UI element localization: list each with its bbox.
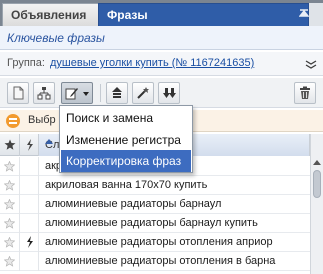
row-star-cell[interactable] — [0, 157, 20, 176]
table-row[interactable]: алюминиевые радиаторы барнаул купить — [0, 214, 310, 233]
panel-header: Ключевые фразы — [0, 26, 323, 50]
row-star-cell[interactable] — [0, 214, 20, 233]
row-phrase: алюминиевые радиаторы барнаул купить — [45, 217, 258, 229]
row-flash-cell[interactable] — [20, 176, 39, 195]
table-body: акр акриловая ванна 170х70 купить алюмин… — [0, 157, 310, 271]
import-tree-icon — [37, 87, 51, 100]
panel-title: Ключевые фразы — [7, 31, 105, 45]
edit-dropdown-menu: Поиск и замена Изменение регистра Коррек… — [59, 105, 193, 173]
star-outline-icon[interactable] — [4, 180, 15, 191]
row-flash-cell[interactable] — [20, 214, 39, 233]
star-outline-icon[interactable] — [4, 199, 15, 210]
edit-dropdown-button[interactable] — [61, 82, 93, 104]
star-outline-icon[interactable] — [4, 218, 15, 229]
edit-pencil-icon — [65, 88, 78, 100]
star-outline-icon[interactable] — [4, 161, 15, 172]
tab-bar: Объявления Фразы — [0, 0, 323, 26]
table-row[interactable]: алюминиевые радиаторы отопления в барна — [0, 252, 310, 271]
toolbar-divider — [100, 84, 101, 102]
new-document-icon — [13, 86, 24, 100]
move-down-button[interactable] — [158, 82, 180, 104]
menu-item-change-case[interactable]: Изменение регистра — [61, 129, 191, 151]
column-header-star[interactable] — [0, 134, 20, 156]
trash-icon — [300, 86, 310, 99]
star-outline-icon[interactable] — [4, 256, 15, 267]
tab-phrases[interactable]: Фразы — [98, 3, 309, 26]
row-star-cell[interactable] — [0, 233, 20, 252]
list-menu-icon[interactable] — [6, 114, 20, 128]
row-star-cell[interactable] — [0, 195, 20, 214]
menu-item-phrase-correction[interactable]: Корректировка фраз — [61, 150, 191, 172]
new-document-button[interactable] — [7, 82, 29, 104]
group-row: Группа: душевые уголки купить (№ 1167241… — [0, 52, 323, 76]
row-phrase: алюминиевые радиаторы отопления априор — [45, 236, 273, 248]
table-row[interactable]: алюминиевые радиаторы отопления априор — [0, 233, 310, 252]
row-flash-cell[interactable] — [20, 252, 39, 271]
row-star-cell[interactable] — [0, 176, 20, 195]
lightning-icon[interactable] — [26, 236, 34, 248]
row-flash-cell[interactable] — [20, 157, 39, 176]
row-star-cell[interactable] — [0, 252, 20, 271]
column-header-flash[interactable] — [20, 134, 39, 156]
dropdown-arrow-icon — [83, 92, 89, 96]
row-flash-cell[interactable] — [20, 195, 39, 214]
row-phrase: акриловая ванна 170х70 купить — [45, 179, 208, 191]
scrollbar-thumb[interactable] — [313, 170, 321, 198]
magic-wand-button[interactable] — [132, 82, 154, 104]
delete-button[interactable] — [294, 82, 316, 104]
import-tree-button[interactable] — [33, 82, 55, 104]
tab-strip-end — [309, 3, 323, 26]
collapse-icon[interactable] — [299, 8, 309, 18]
star-icon — [4, 139, 16, 150]
table-row[interactable]: алюминиевые радиаторы барнаул — [0, 195, 310, 214]
scroll-up-icon[interactable] — [313, 160, 321, 165]
move-up-icon — [112, 87, 122, 98]
selection-info-text: Выбр — [28, 114, 56, 126]
row-flash-cell[interactable] — [20, 233, 39, 252]
tab-ads[interactable]: Объявления — [2, 3, 99, 26]
group-label: Группа: — [7, 57, 45, 69]
vertical-scrollbar[interactable] — [310, 134, 323, 274]
magic-wand-icon — [137, 87, 149, 99]
expand-menu-icon[interactable] — [305, 59, 317, 69]
lightning-icon — [27, 139, 33, 151]
move-up-button[interactable] — [106, 82, 128, 104]
row-phrase: алюминиевые радиаторы отопления в барна — [45, 255, 276, 267]
row-phrase: алюминиевые радиаторы барнаул — [45, 198, 222, 210]
star-outline-icon[interactable] — [4, 237, 15, 248]
table-row[interactable]: акриловая ванна 170х70 купить — [0, 176, 310, 195]
move-down-icon — [163, 88, 176, 98]
sort-ascending-icon[interactable] — [45, 139, 53, 144]
toolbar — [0, 78, 323, 108]
menu-item-search-replace[interactable]: Поиск и замена — [61, 107, 191, 129]
group-link[interactable]: душевые уголки купить (№ 1167241635) — [50, 57, 254, 69]
